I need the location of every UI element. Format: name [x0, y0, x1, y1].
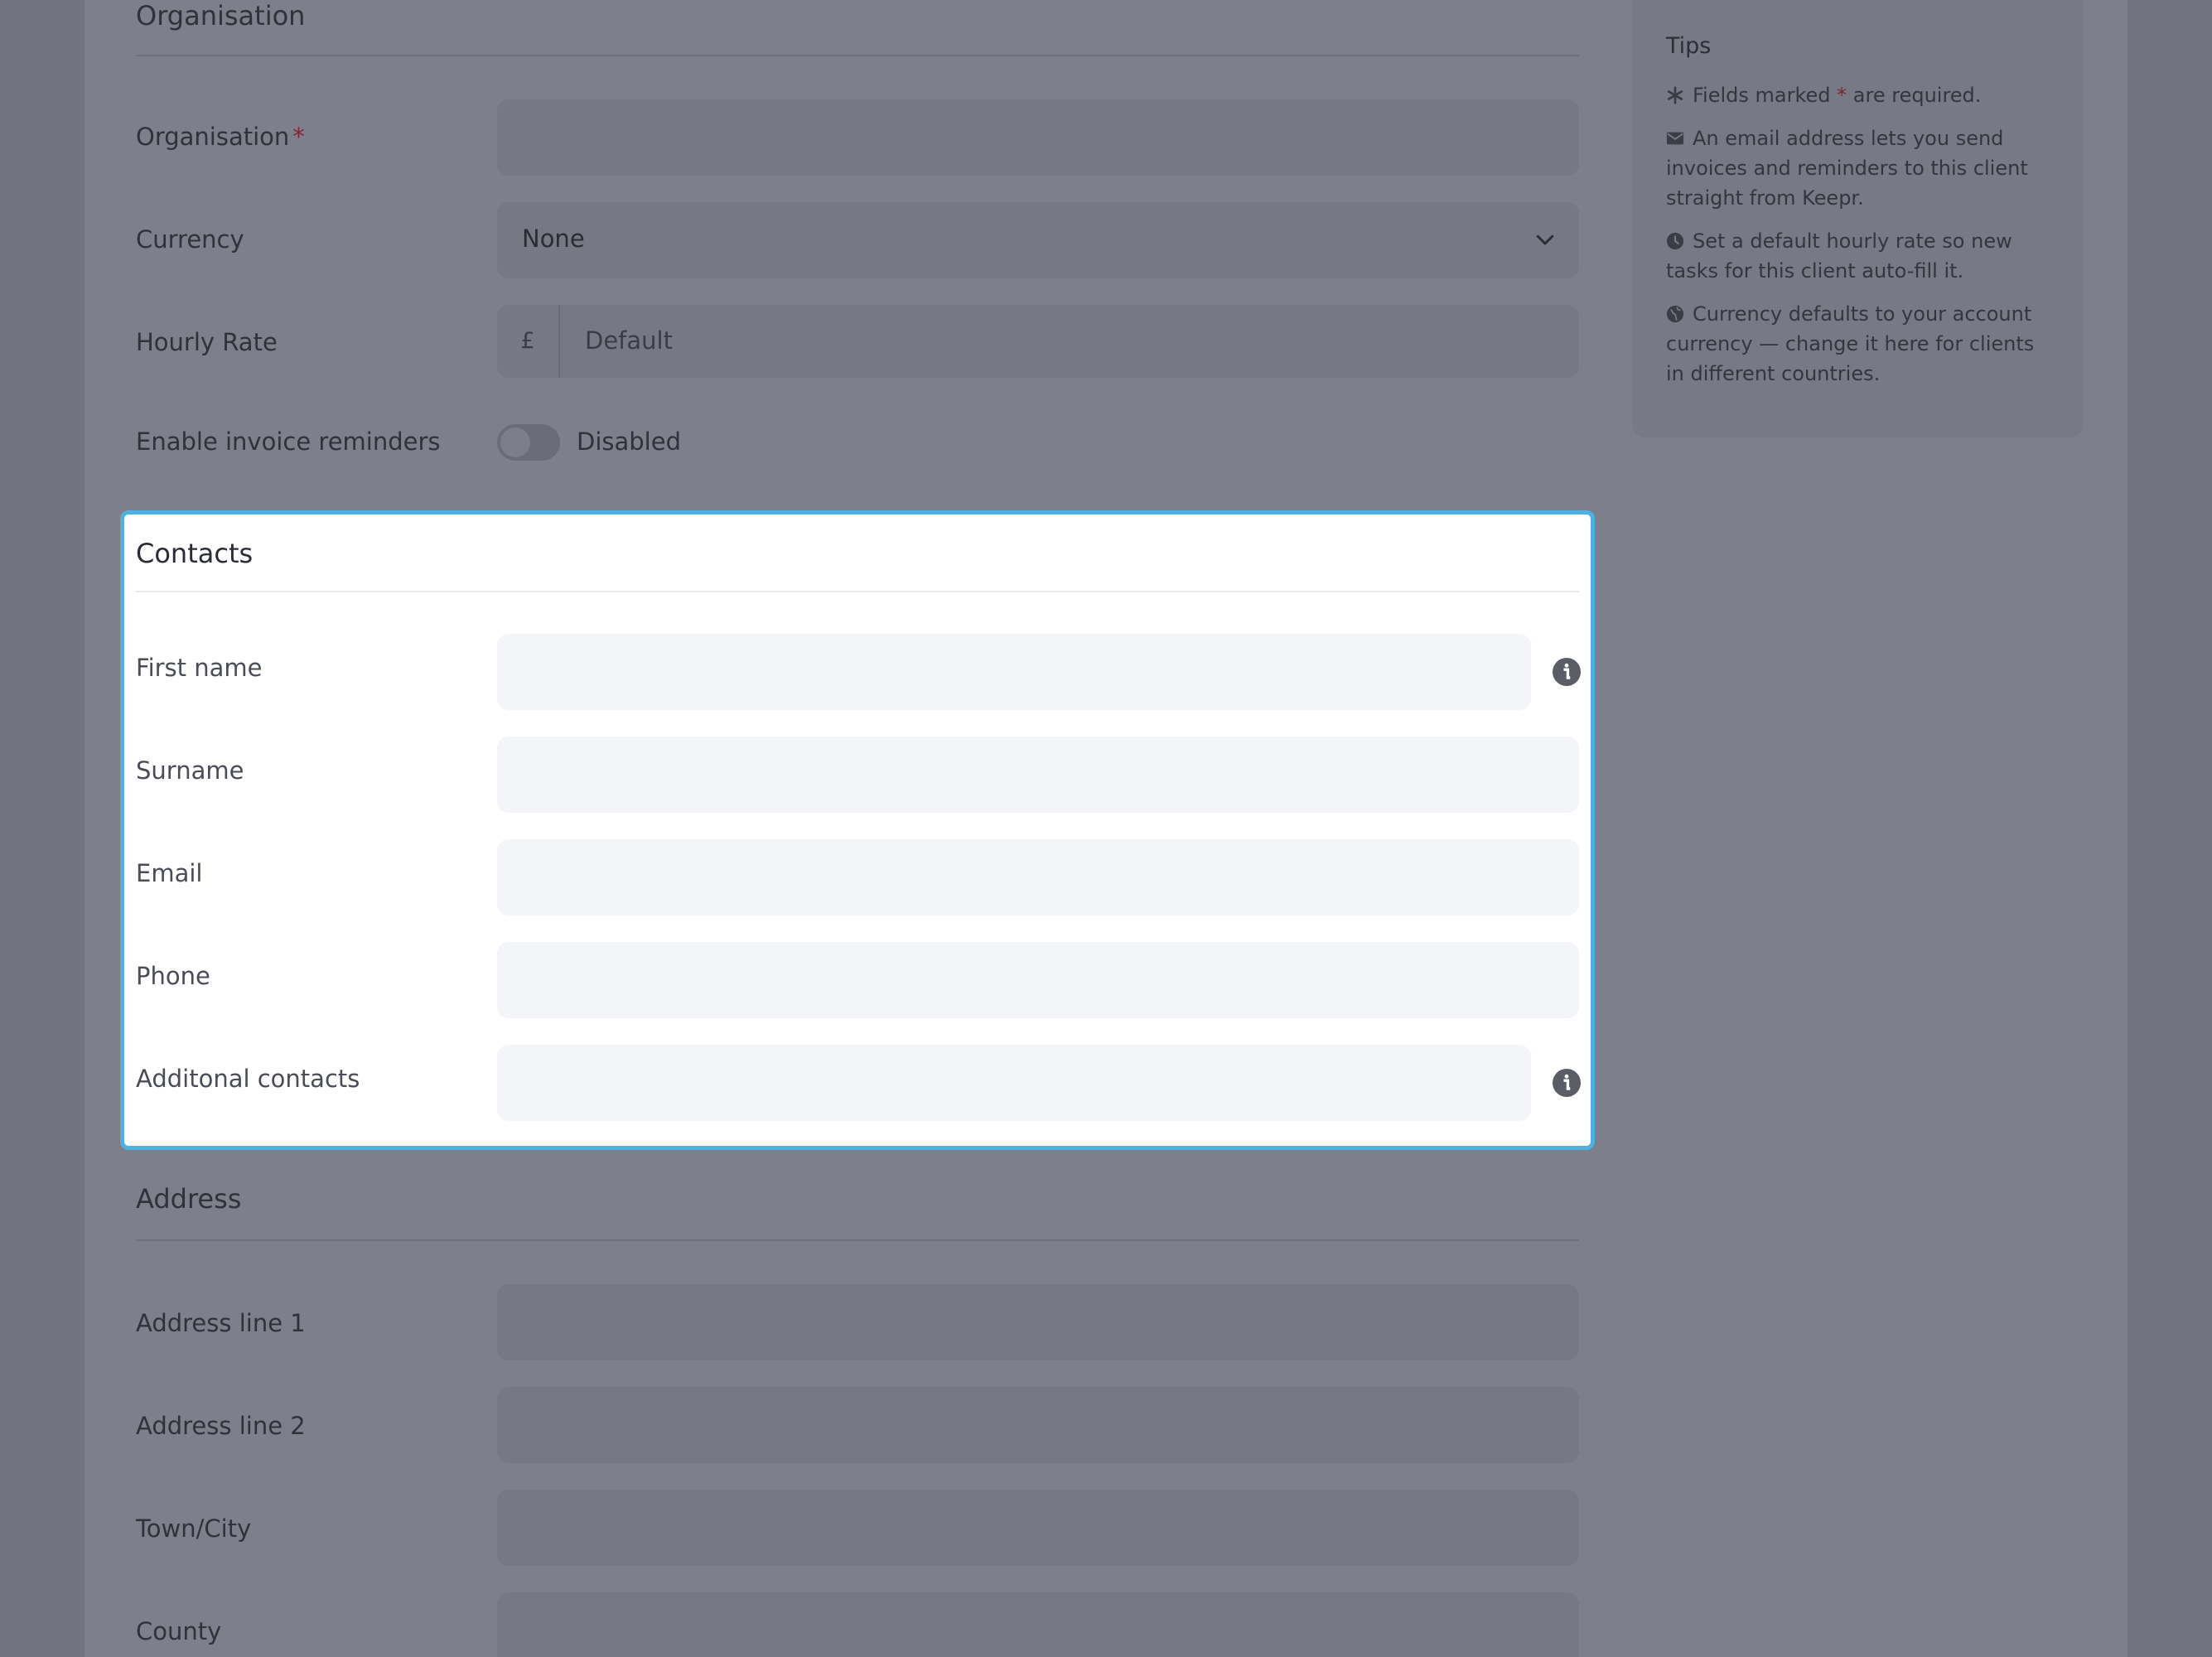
surname-label: Surname	[136, 756, 244, 785]
section-title-contacts: Contacts	[136, 538, 254, 569]
town-city-input[interactable]	[497, 1490, 1579, 1566]
address-line-2-label: Address line 2	[136, 1412, 306, 1440]
currency-label: Currency	[136, 225, 244, 254]
county-input[interactable]	[497, 1592, 1579, 1657]
tip-required-text-end: are required.	[1847, 84, 1982, 107]
first-name-input[interactable]	[497, 634, 1531, 710]
reminders-state-label: Disabled	[577, 428, 681, 456]
section-title-organisation: Organisation	[136, 0, 306, 31]
divider	[136, 55, 1579, 56]
asterisk-icon	[1667, 86, 1683, 104]
clock-icon	[1666, 232, 1684, 250]
organisation-label: Organisation *	[136, 123, 305, 151]
hourly-rate-placeholder: Default	[585, 326, 673, 355]
toggle-knob	[500, 428, 530, 457]
envelope-icon	[1666, 132, 1684, 145]
email-label: Email	[136, 859, 203, 887]
first-name-label: First name	[136, 654, 263, 682]
county-label: County	[136, 1617, 222, 1645]
surname-input[interactable]	[497, 737, 1579, 813]
tip-currency-text: Currency defaults to your account curren…	[1666, 302, 2035, 385]
additional-contacts-label: Additonal contacts	[136, 1065, 360, 1093]
section-title-address: Address	[136, 1183, 242, 1215]
tip-rate-text: Set a default hourly rate so new tasks f…	[1666, 229, 2012, 283]
tip-required: Fields marked * are required.	[1666, 80, 2051, 110]
organisation-label-text: Organisation	[136, 123, 290, 151]
tip-rate: Set a default hourly rate so new tasks f…	[1666, 226, 2051, 286]
divider	[136, 591, 1579, 592]
tips-title: Tips	[1666, 33, 1712, 59]
tip-email-text: An email address lets you send invoices …	[1666, 127, 2028, 210]
info-icon[interactable]	[1553, 1069, 1581, 1097]
hourly-rate-label: Hourly Rate	[136, 328, 278, 356]
info-icon[interactable]	[1553, 658, 1581, 686]
tips-panel: Tips Fields marked * are required. An em…	[1633, 0, 2083, 437]
email-input[interactable]	[497, 839, 1579, 915]
divider	[136, 1239, 1579, 1241]
currency-select[interactable]: None	[497, 202, 1579, 278]
address-line-2-input[interactable]	[497, 1387, 1579, 1463]
chevron-down-icon	[1536, 234, 1554, 245]
reminders-toggle[interactable]	[497, 424, 560, 461]
town-city-label: Town/City	[136, 1514, 252, 1543]
tip-currency: Currency defaults to your account curren…	[1666, 299, 2051, 389]
address-line-1-input[interactable]	[497, 1284, 1579, 1360]
tip-required-mark: *	[1837, 84, 1847, 107]
phone-input[interactable]	[497, 942, 1579, 1018]
phone-label: Phone	[136, 962, 210, 990]
tip-required-text: Fields marked	[1693, 84, 1838, 107]
hourly-rate-input[interactable]: £ Default	[497, 305, 1579, 378]
reminders-label: Enable invoice reminders	[136, 428, 441, 456]
additional-contacts-input[interactable]	[497, 1045, 1531, 1121]
address-line-1-label: Address line 1	[136, 1309, 306, 1337]
tip-email: An email address lets you send invoices …	[1666, 123, 2051, 213]
globe-icon	[1666, 305, 1684, 323]
currency-prefix: £	[497, 305, 560, 378]
organisation-input[interactable]	[497, 99, 1579, 176]
required-marker: *	[292, 123, 305, 151]
contacts-section: Contacts First name Surname Email Phone …	[120, 510, 1595, 1150]
currency-selected-value: None	[522, 225, 585, 253]
